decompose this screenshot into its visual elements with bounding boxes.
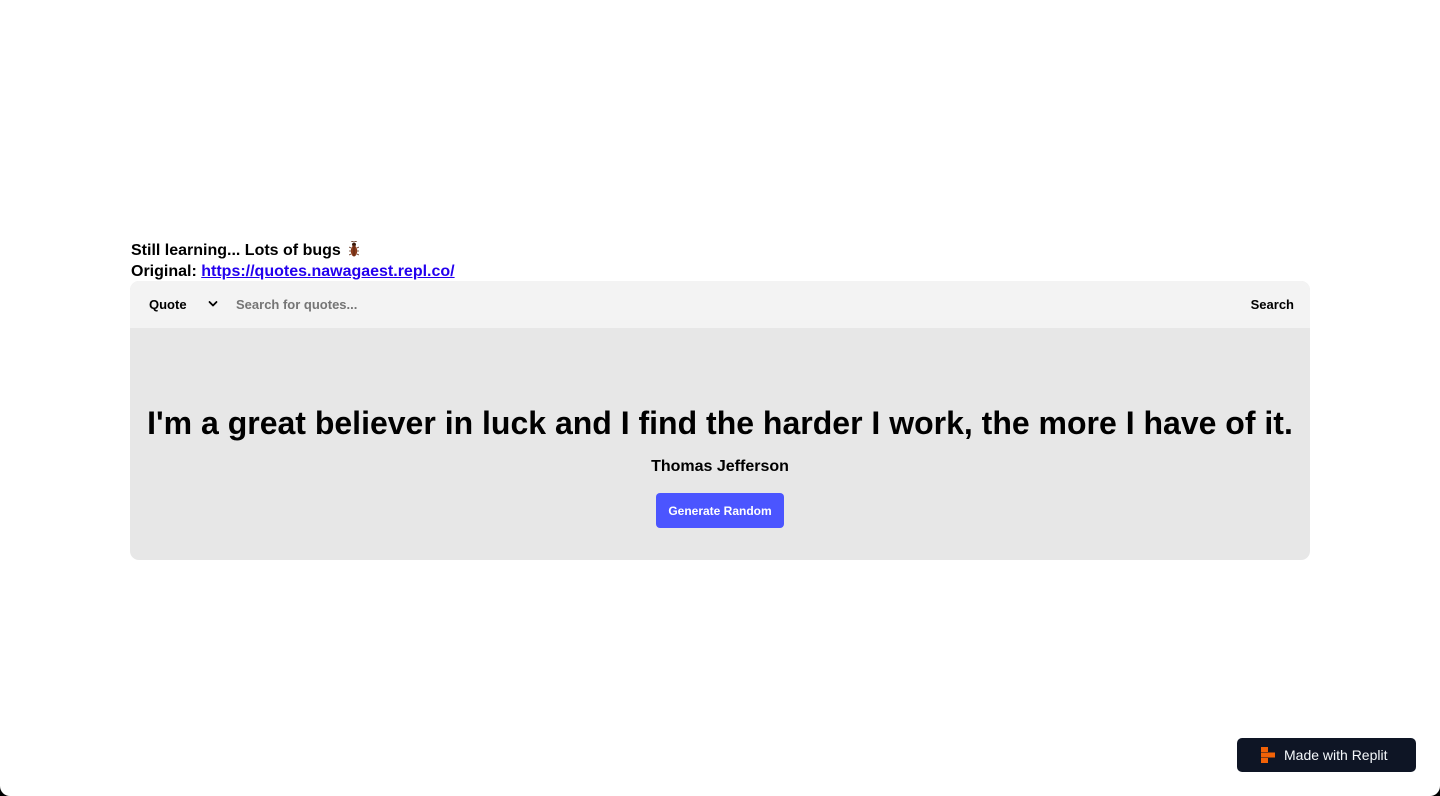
intro-text: Still learning... Lots of bugs Original:… xyxy=(131,240,455,282)
generate-random-button[interactable]: Generate Random xyxy=(656,493,784,528)
quote-author: Thomas Jefferson xyxy=(651,458,789,475)
window-corner xyxy=(0,776,20,796)
page: Still learning... Lots of bugs Original:… xyxy=(0,0,1440,796)
quote-card: Quote Search I'm a great believer in luc… xyxy=(130,281,1310,560)
intro-line: Still learning... Lots of bugs xyxy=(131,240,455,261)
search-type-select[interactable]: Quote xyxy=(149,281,221,328)
original-link[interactable]: https://quotes.nawagaest.repl.co/ xyxy=(201,263,454,280)
made-with-replit-badge[interactable]: Made with Replit xyxy=(1237,738,1416,772)
cockroach-icon xyxy=(349,241,360,257)
original-label: Original: xyxy=(131,263,197,280)
search-input[interactable] xyxy=(236,293,1136,316)
chevron-down-icon xyxy=(208,301,218,307)
search-bar: Quote Search xyxy=(130,281,1310,328)
quote-text: I'm a great believer in luck and I find … xyxy=(147,405,1293,441)
badge-label: Made with Replit xyxy=(1284,747,1388,763)
original-line: Original: https://quotes.nawagaest.repl.… xyxy=(131,261,455,282)
replit-logo-icon xyxy=(1261,747,1275,763)
intro-message: Still learning... Lots of bugs xyxy=(131,242,341,259)
window-corner xyxy=(1420,776,1440,796)
search-type-value: Quote xyxy=(149,297,187,312)
quote-area: I'm a great believer in luck and I find … xyxy=(130,328,1310,528)
search-button[interactable]: Search xyxy=(1251,293,1294,316)
